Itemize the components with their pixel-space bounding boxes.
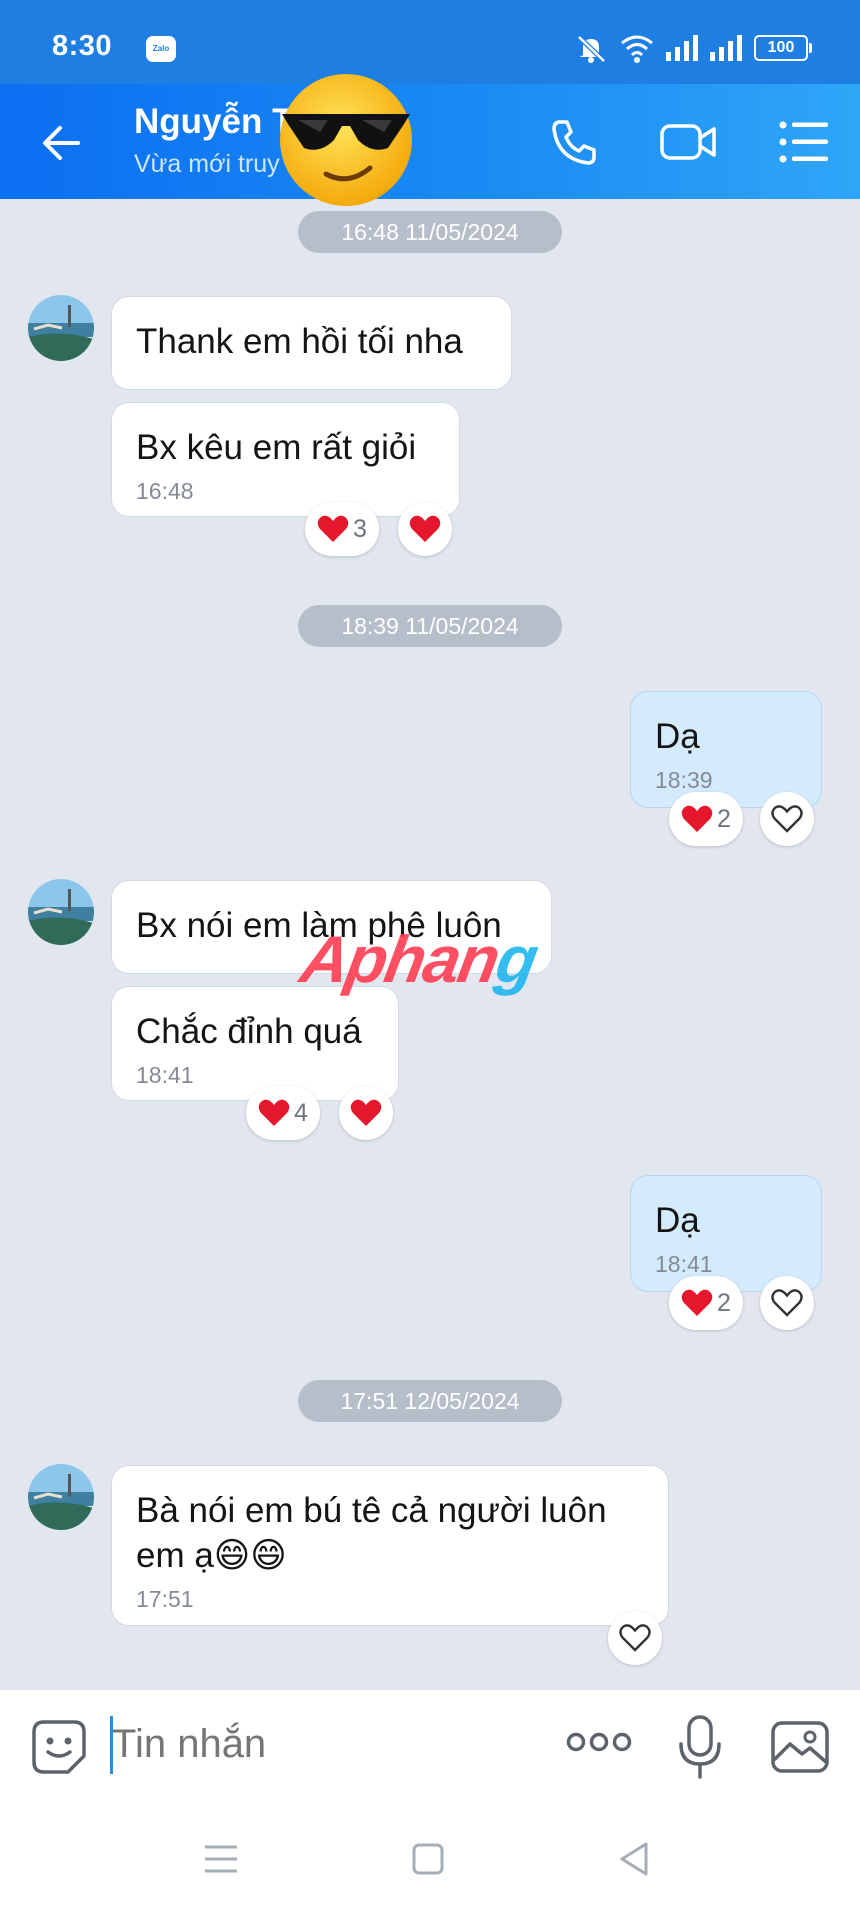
- contact-avatar[interactable]: [28, 1464, 94, 1530]
- contact-avatar[interactable]: [28, 879, 94, 945]
- message-time: 18:41: [136, 1062, 194, 1088]
- reaction-count: 2: [717, 1288, 731, 1317]
- menu-list-icon[interactable]: [778, 116, 830, 168]
- heart-outline-icon: [771, 805, 803, 833]
- message-input-bar: [0, 1689, 860, 1806]
- reaction-summary[interactable]: 2: [669, 1276, 743, 1330]
- message-bubble-incoming[interactable]: Bà nói em bú tê cả người luôn em ạ😄😄 17:…: [111, 1465, 669, 1626]
- microphone-icon[interactable]: [676, 1714, 724, 1780]
- react-heart-button[interactable]: [760, 1276, 814, 1330]
- heart-filled-icon: [350, 1099, 382, 1126]
- image-gallery-icon[interactable]: [770, 1720, 830, 1774]
- heart-reaction-icon: [317, 515, 349, 542]
- mute-bell-icon: [577, 35, 606, 63]
- zalo-notification-icon: Zalo: [146, 36, 176, 62]
- back-arrow-icon[interactable]: [38, 118, 88, 168]
- video-call-icon[interactable]: [658, 116, 718, 168]
- signal-icon-1: [666, 35, 698, 61]
- reaction-summary[interactable]: 2: [669, 792, 743, 846]
- sunglasses-emoji-sticker: [280, 74, 412, 206]
- message-bubble-outgoing[interactable]: Dạ 18:41: [630, 1175, 822, 1292]
- message-text: Chắc đỉnh quá: [136, 1012, 362, 1051]
- react-heart-button[interactable]: [760, 792, 814, 846]
- reaction-summary[interactable]: 4: [246, 1086, 320, 1140]
- message-text: Dạ: [655, 1201, 700, 1240]
- phone-call-icon[interactable]: [548, 116, 600, 168]
- more-dots-icon[interactable]: [566, 1730, 632, 1754]
- reaction-count: 2: [717, 804, 731, 833]
- signal-icon-2: [710, 35, 742, 61]
- message-text: Bx kêu em rất giỏi: [136, 428, 417, 467]
- react-heart-button[interactable]: [608, 1611, 662, 1665]
- heart-outline-icon: [619, 1624, 651, 1652]
- wifi-icon: [621, 35, 653, 63]
- react-heart-button[interactable]: [398, 502, 452, 556]
- message-time: 17:51: [136, 1586, 194, 1612]
- watermark-text: Aphan: [295, 922, 504, 996]
- message-time: 18:39: [655, 767, 713, 793]
- heart-reaction-icon: [258, 1099, 290, 1126]
- message-bubble-incoming[interactable]: Thank em hồi tối nha: [111, 296, 512, 390]
- nav-back-icon[interactable]: [614, 1839, 654, 1879]
- reaction-summary[interactable]: 3: [305, 502, 379, 556]
- message-time: 18:41: [655, 1251, 713, 1277]
- system-navigation-bar: [0, 1805, 860, 1908]
- date-separator: 17:51 12/05/2024: [298, 1380, 562, 1422]
- message-bubble-incoming[interactable]: Bx kêu em rất giỏi 16:48: [111, 402, 460, 517]
- status-time: 8:30: [52, 30, 113, 62]
- status-bar: 8:30 Zalo 100: [0, 0, 860, 84]
- home-icon[interactable]: [408, 1839, 448, 1879]
- contact-avatar[interactable]: [28, 295, 94, 361]
- sticker-emoji-icon[interactable]: [30, 1718, 88, 1776]
- heart-reaction-icon: [681, 1289, 713, 1316]
- battery-icon: 100: [754, 35, 812, 61]
- react-heart-button[interactable]: [339, 1086, 393, 1140]
- heart-outline-icon: [771, 1289, 803, 1317]
- chat-header: Nguyễn T... Hà Vừa mới truy cập: [0, 84, 860, 199]
- message-bubble-outgoing[interactable]: Dạ 18:39: [630, 691, 822, 808]
- message-bubble-incoming[interactable]: Chắc đỉnh quá 18:41: [111, 986, 399, 1101]
- message-input[interactable]: [112, 1722, 432, 1767]
- reaction-count: 4: [294, 1098, 308, 1127]
- message-time: 16:48: [136, 478, 194, 504]
- recent-apps-icon[interactable]: [201, 1839, 241, 1879]
- reaction-count: 3: [353, 514, 367, 543]
- message-text: Bà nói em bú tê cả người luôn em ạ😄😄: [136, 1491, 607, 1575]
- date-separator: 18:39 11/05/2024: [298, 605, 562, 647]
- status-icons: 100: [574, 32, 812, 64]
- heart-reaction-icon: [681, 805, 713, 832]
- heart-filled-icon: [409, 515, 441, 542]
- message-text: Thank em hồi tối nha: [136, 322, 463, 361]
- watermark-logo: Aphang: [295, 921, 542, 997]
- date-separator: 16:48 11/05/2024: [298, 211, 562, 253]
- chat-area[interactable]: 16:48 11/05/2024 Thank em hồi tối nha Bx…: [0, 199, 860, 1689]
- message-text: Dạ: [655, 717, 700, 756]
